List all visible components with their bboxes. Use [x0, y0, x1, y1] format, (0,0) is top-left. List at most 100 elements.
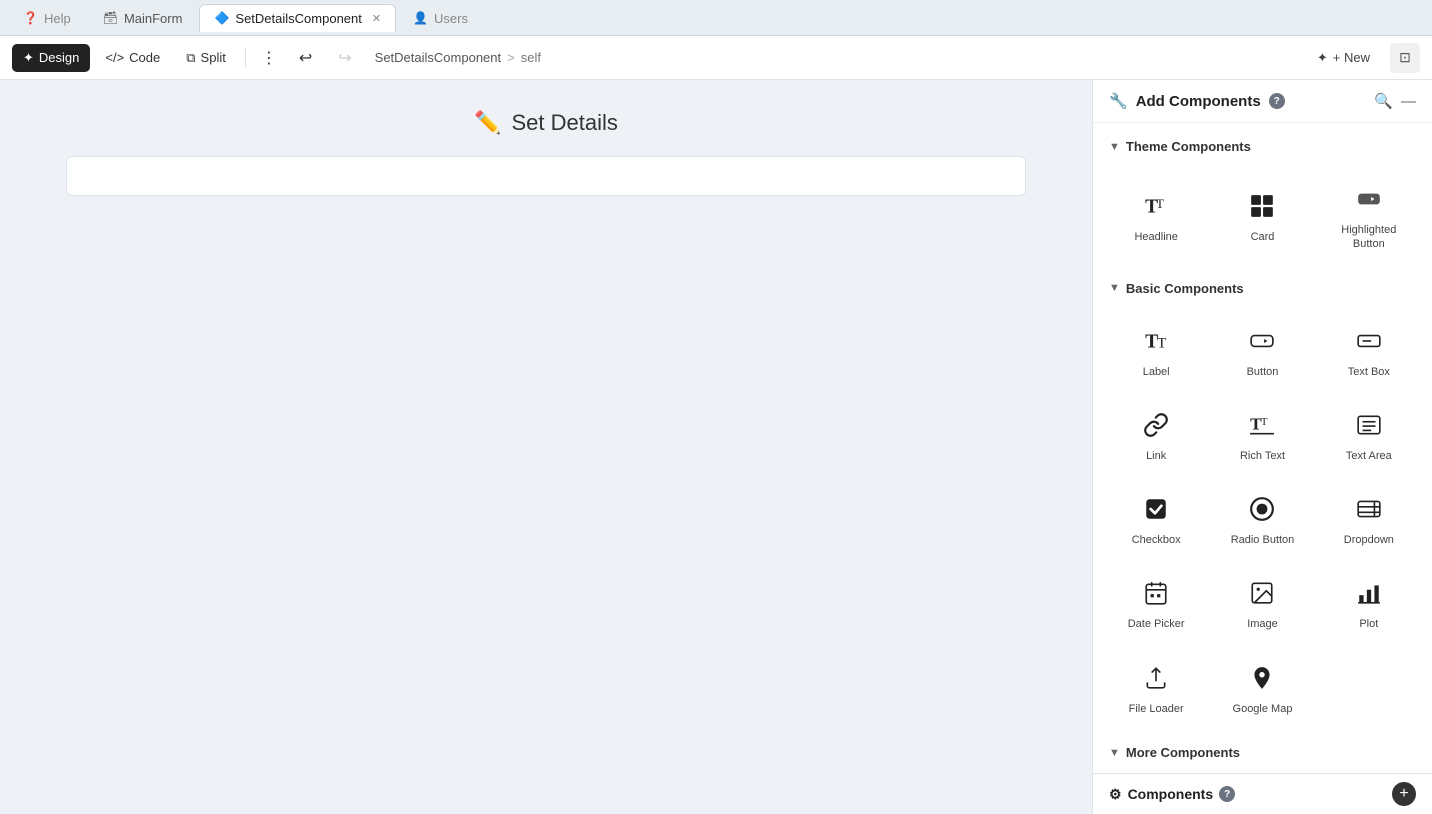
component-date-picker[interactable]: Date Picker	[1105, 564, 1207, 644]
panel-help-badge[interactable]: ?	[1269, 93, 1285, 109]
design-button[interactable]: ✦ Design	[12, 44, 90, 72]
component-highlighted-button[interactable]: Highlighted Button	[1318, 170, 1420, 265]
plot-icon	[1353, 577, 1385, 609]
file-loader-label: File Loader	[1129, 702, 1184, 716]
toolbar-separator-1	[245, 48, 246, 68]
file-loader-icon	[1140, 662, 1172, 694]
mainform-tab-icon: 🗃	[103, 11, 118, 25]
split-label: Split	[201, 50, 226, 65]
component-label[interactable]: TT Label	[1105, 312, 1207, 392]
components-icon: ⚙	[1109, 786, 1122, 803]
split-icon: ⧉	[186, 50, 195, 66]
undo-button[interactable]: ↩	[288, 42, 323, 74]
section-basic-label: Basic Components	[1126, 281, 1244, 296]
component-image[interactable]: Image	[1211, 564, 1313, 644]
google-map-label: Google Map	[1233, 702, 1293, 716]
image-icon	[1246, 577, 1278, 609]
setdetails-tab-icon: 🔷	[214, 11, 229, 25]
component-headline[interactable]: TT Headline	[1105, 170, 1207, 265]
breadcrumb-separator: >	[507, 50, 515, 65]
help-tab-icon: ❓	[23, 11, 38, 25]
breadcrumb-current: self	[521, 50, 541, 65]
image-label: Image	[1247, 617, 1278, 631]
text-box-icon	[1353, 325, 1385, 357]
canvas-title-text: Set Details	[512, 110, 618, 136]
tab-help[interactable]: ❓ Help	[8, 4, 86, 32]
new-label: + New	[1333, 50, 1370, 65]
highlighted-button-icon	[1353, 183, 1385, 215]
button-icon	[1246, 325, 1278, 357]
component-card[interactable]: Card	[1211, 170, 1313, 265]
components-scroll: ▼ Theme Components TT Headline	[1093, 123, 1432, 773]
section-basic-header[interactable]: ▼ Basic Components	[1093, 273, 1432, 304]
section-theme-header[interactable]: ▼ Theme Components	[1093, 131, 1432, 162]
dropdown-icon	[1353, 493, 1385, 525]
design-label: Design	[39, 50, 79, 65]
card-icon	[1246, 190, 1278, 222]
tab-mainform-label: MainForm	[124, 11, 183, 26]
date-picker-icon	[1140, 577, 1172, 609]
radio-button-icon	[1246, 493, 1278, 525]
panel-header: 🔧 Add Components ? 🔍 —	[1093, 80, 1432, 123]
radio-button-label: Radio Button	[1231, 533, 1295, 547]
tab-help-label: Help	[44, 11, 71, 26]
bottom-help-badge[interactable]: ?	[1219, 786, 1235, 802]
component-link[interactable]: Link	[1105, 396, 1207, 476]
canvas-container[interactable]	[66, 156, 1026, 196]
new-button[interactable]: ✦ + New	[1305, 45, 1382, 71]
checkbox-label: Checkbox	[1132, 533, 1181, 547]
tab-setdetails-close[interactable]: ✕	[372, 12, 381, 25]
search-icon[interactable]: 🔍	[1374, 92, 1393, 110]
canvas: ✏️ Set Details	[0, 80, 1092, 814]
plot-label: Plot	[1359, 617, 1378, 631]
canvas-title-icon: ✏️	[474, 110, 501, 136]
more-options-button[interactable]: ⋮	[254, 42, 284, 74]
button-label: Button	[1247, 365, 1279, 379]
theme-chevron-icon: ▼	[1109, 141, 1120, 153]
component-text-box[interactable]: Text Box	[1318, 312, 1420, 392]
component-checkbox[interactable]: Checkbox	[1105, 480, 1207, 560]
code-button[interactable]: </> Code	[94, 44, 171, 71]
users-tab-icon: 👤	[413, 11, 428, 25]
component-text-area[interactable]: Text Area	[1318, 396, 1420, 476]
tab-mainform[interactable]: 🗃 MainForm	[88, 4, 198, 32]
code-label: Code	[129, 50, 160, 65]
redo-button[interactable]: ↪	[327, 42, 362, 74]
add-component-button[interactable]: +	[1392, 782, 1416, 806]
label-label: Label	[1143, 365, 1170, 379]
component-radio-button[interactable]: Radio Button	[1211, 480, 1313, 560]
collapse-icon[interactable]: —	[1401, 93, 1416, 110]
tab-setdetails[interactable]: 🔷 SetDetailsComponent ✕	[199, 4, 396, 32]
section-more-label: More Components	[1126, 745, 1240, 760]
component-rich-text[interactable]: T T Rich Text	[1211, 396, 1313, 476]
bottom-bar-title: ⚙ Components ?	[1109, 786, 1235, 803]
component-file-loader[interactable]: File Loader	[1105, 649, 1207, 729]
canvas-title: ✏️ Set Details	[474, 110, 618, 136]
svg-text:T: T	[1156, 196, 1164, 211]
theme-components-grid: TT Headline Card	[1093, 162, 1432, 273]
basic-chevron-icon: ▼	[1109, 282, 1120, 294]
split-button[interactable]: ⧉ Split	[175, 44, 237, 72]
rich-text-label: Rich Text	[1240, 449, 1285, 463]
component-plot[interactable]: Plot	[1318, 564, 1420, 644]
component-google-map[interactable]: Google Map	[1211, 649, 1313, 729]
link-icon	[1140, 409, 1172, 441]
design-icon: ✦	[23, 50, 34, 66]
component-dropdown[interactable]: Dropdown	[1318, 480, 1420, 560]
checkbox-icon	[1140, 493, 1172, 525]
new-icon: ✦	[1317, 50, 1328, 66]
breadcrumb-component: SetDetailsComponent	[375, 50, 501, 65]
toolbar: ✦ Design </> Code ⧉ Split ⋮ ↩ ↪ SetDetai…	[0, 36, 1432, 80]
basic-components-grid: TT Label Button	[1093, 304, 1432, 737]
layout-toggle-button[interactable]: ⊡	[1390, 43, 1420, 73]
dropdown-label: Dropdown	[1344, 533, 1394, 547]
section-more-header[interactable]: ▼ More Components	[1093, 737, 1432, 768]
bottom-bar-label: Components	[1128, 786, 1214, 802]
more-chevron-icon: ▼	[1109, 747, 1120, 759]
tab-users[interactable]: 👤 Users	[398, 4, 483, 32]
headline-label: Headline	[1134, 230, 1177, 244]
svg-text:T: T	[1157, 334, 1166, 351]
wrench-icon: 🔧	[1109, 92, 1128, 110]
component-button[interactable]: Button	[1211, 312, 1313, 392]
tab-bar: ❓ Help 🗃 MainForm 🔷 SetDetailsComponent …	[0, 0, 1432, 36]
